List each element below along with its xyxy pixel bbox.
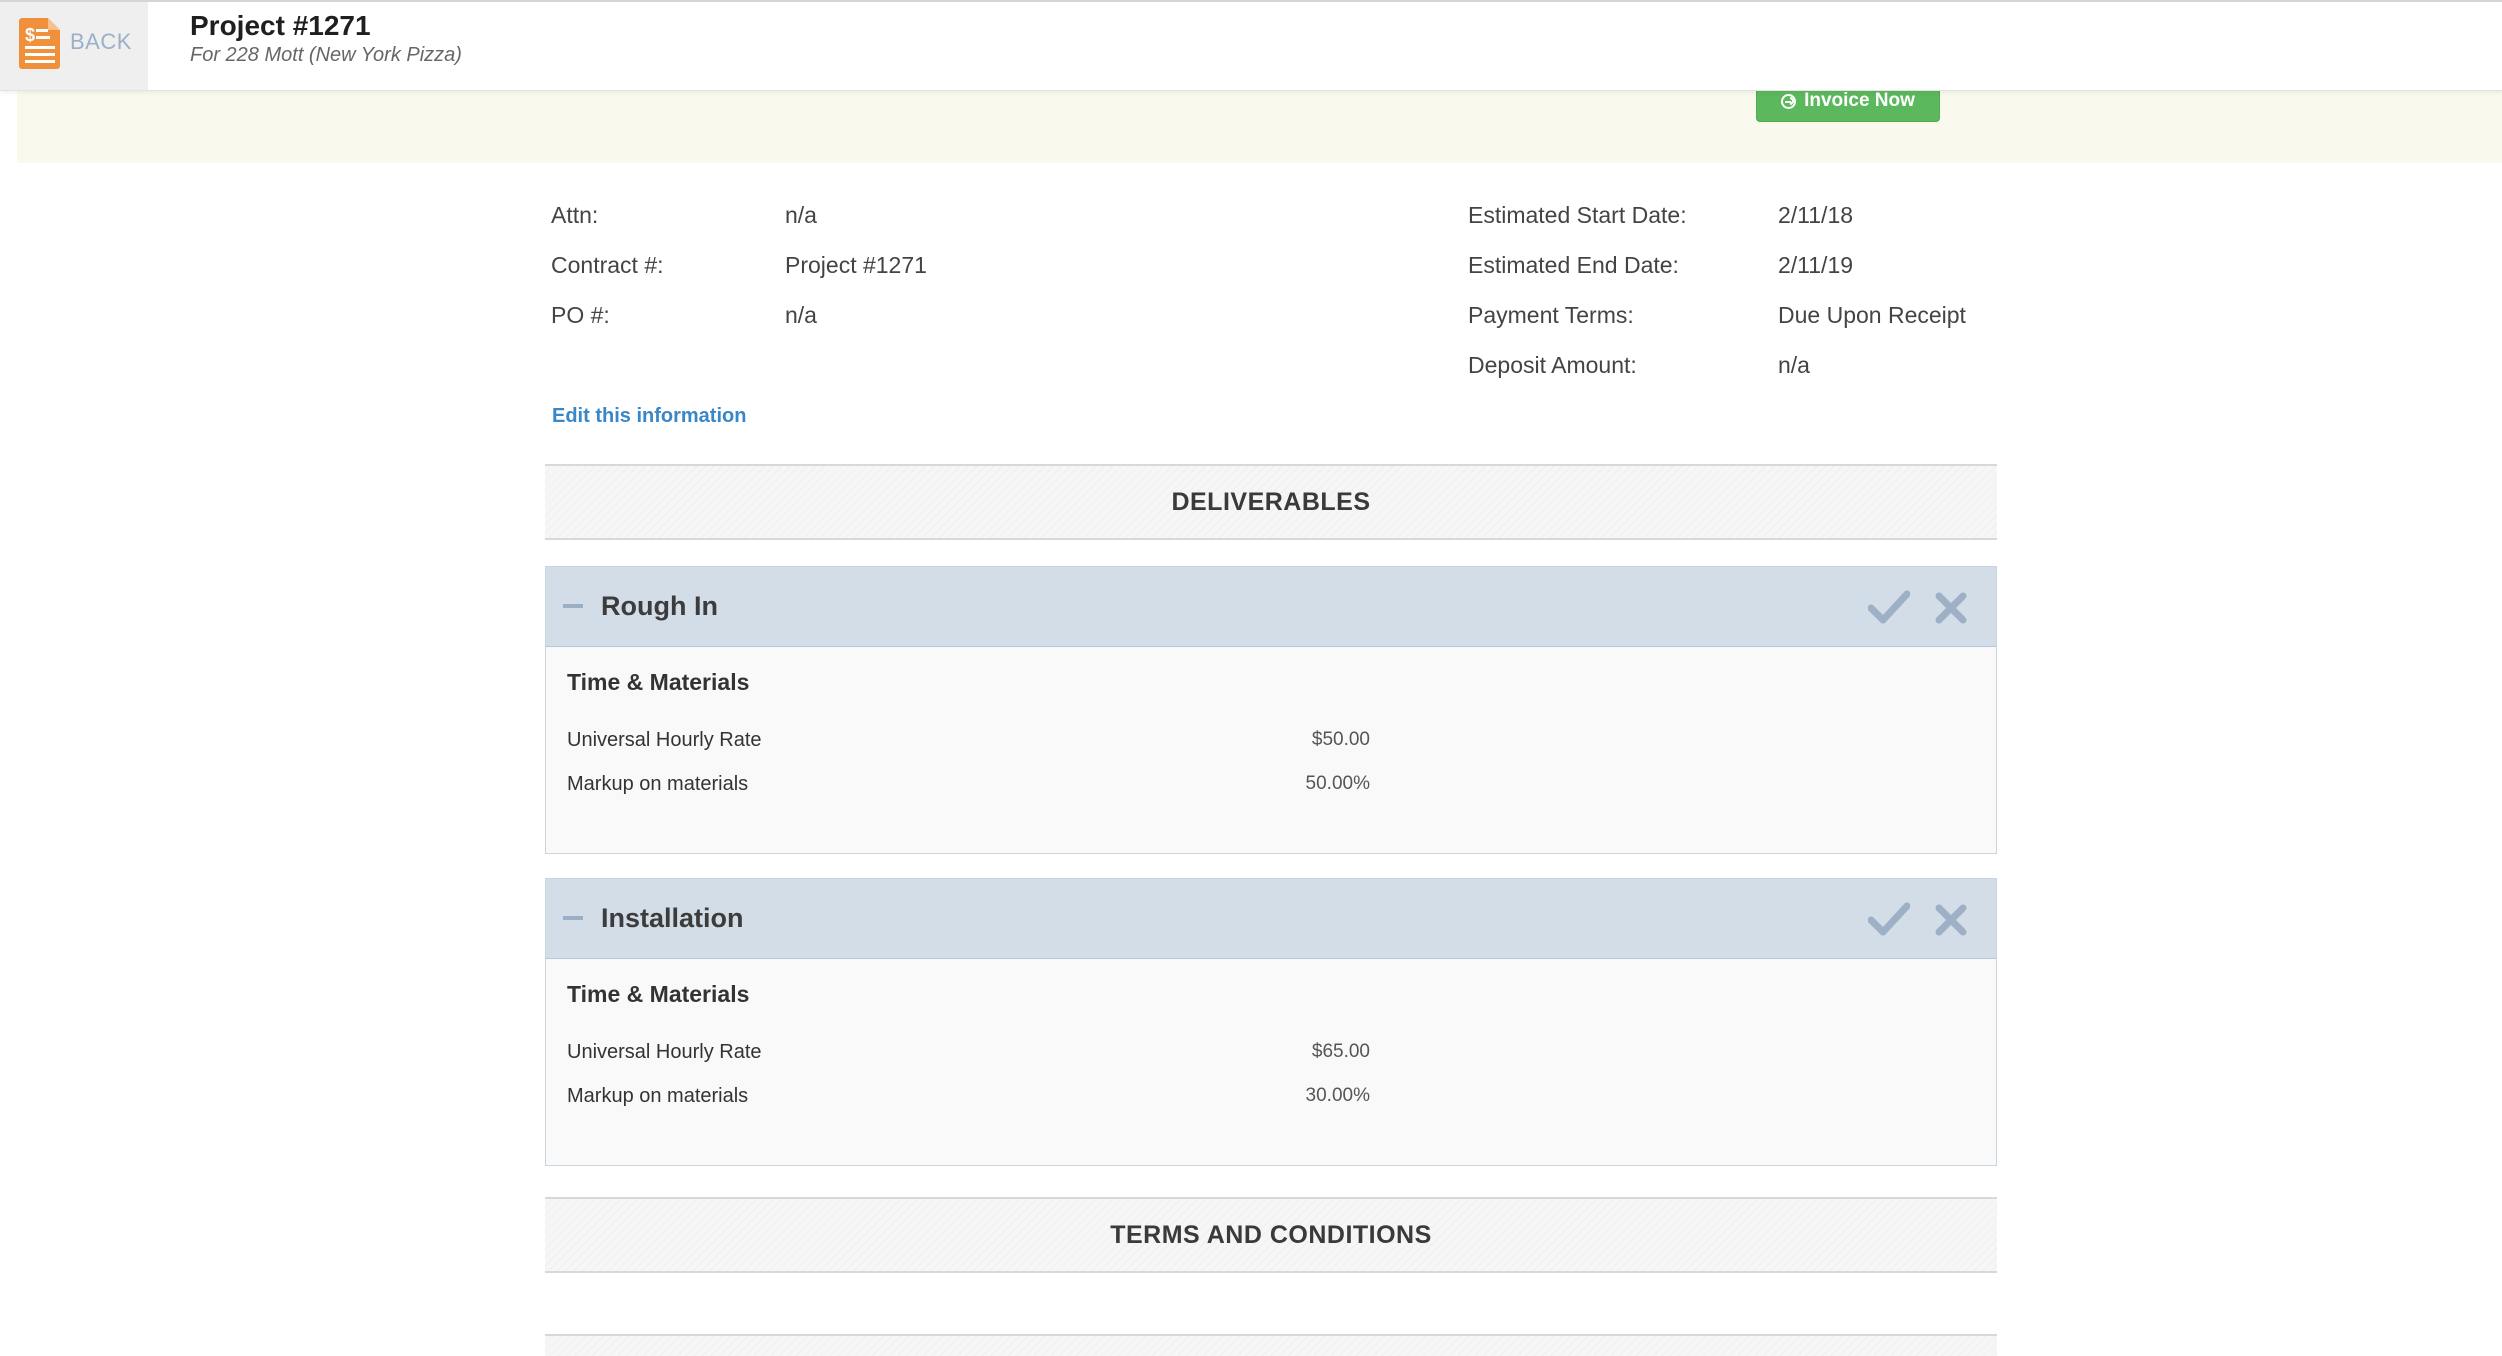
- deliverable-header: Rough In: [546, 567, 1996, 647]
- back-button[interactable]: $ BACK: [0, 2, 148, 90]
- billing-type: Time & Materials: [567, 981, 750, 1007]
- page-subtitle: For 228 Mott (New York Pizza): [190, 44, 462, 66]
- info-value: n/a: [1778, 352, 1810, 378]
- info-label: Payment Terms:: [1468, 302, 1634, 328]
- rate-value: $65.00: [1311, 1041, 1370, 1062]
- info-label: PO #:: [551, 302, 610, 328]
- deliverable-body: Time & Materials Universal Hourly Rate $…: [546, 647, 1996, 853]
- rate-value: $50.00: [1311, 729, 1370, 750]
- deliverable-card: Rough In Time & Materials Universal Hour…: [545, 566, 1997, 854]
- collapse-minus-icon[interactable]: [563, 604, 583, 608]
- info-label: Contract #:: [551, 252, 664, 278]
- billing-type: Time & Materials: [567, 669, 750, 695]
- info-value: n/a: [785, 202, 817, 228]
- close-icon[interactable]: [1934, 591, 1968, 625]
- info-label: Attn:: [551, 202, 599, 228]
- check-icon[interactable]: [1868, 901, 1910, 937]
- info-value: 2/11/18: [1778, 202, 1854, 228]
- info-label: Estimated End Date:: [1468, 252, 1679, 278]
- edit-information-link[interactable]: Edit this information: [552, 405, 746, 428]
- info-value: Project #1271: [785, 252, 927, 278]
- deliverables-heading: DELIVERABLES: [545, 464, 1997, 540]
- svg-text:$: $: [25, 25, 35, 45]
- action-banner: [17, 91, 2502, 163]
- info-value: 2/11/19: [1778, 252, 1854, 278]
- markup-label: Markup on materials: [567, 1085, 749, 1107]
- deliverable-body: Time & Materials Universal Hourly Rate $…: [546, 959, 1996, 1165]
- collapse-minus-icon[interactable]: [563, 916, 583, 920]
- terms-heading: TERMS AND CONDITIONS: [545, 1197, 1997, 1273]
- rate-label: Universal Hourly Rate: [567, 729, 762, 751]
- deliverable-title: Rough In: [601, 591, 718, 621]
- info-label: Estimated Start Date:: [1468, 202, 1687, 228]
- info-label: Deposit Amount:: [1468, 352, 1637, 378]
- markup-label: Markup on materials: [567, 773, 749, 795]
- markup-value: 50.00%: [1305, 773, 1370, 794]
- app-header: $ BACK Project #1271 For 228 Mott (New Y…: [0, 2, 2502, 91]
- info-value: Due Upon Receipt: [1778, 302, 1966, 328]
- rate-label: Universal Hourly Rate: [567, 1041, 762, 1063]
- page-title: Project #1271: [190, 10, 371, 41]
- next-section-edge: [545, 1334, 1997, 1356]
- deliverable-title: Installation: [601, 903, 744, 933]
- deliverable-header: Installation: [546, 879, 1996, 959]
- invoice-now-label: Invoice Now: [1804, 90, 1915, 111]
- check-icon[interactable]: [1868, 589, 1910, 625]
- back-label: BACK: [70, 29, 132, 54]
- markup-value: 30.00%: [1305, 1085, 1370, 1106]
- deliverable-card: Installation Time & Materials Universal …: [545, 878, 1997, 1166]
- close-icon[interactable]: [1934, 903, 1968, 937]
- invoice-document-icon: $: [19, 18, 60, 69]
- info-value: n/a: [785, 302, 817, 328]
- arrow-circle-right-icon: [1781, 93, 1797, 109]
